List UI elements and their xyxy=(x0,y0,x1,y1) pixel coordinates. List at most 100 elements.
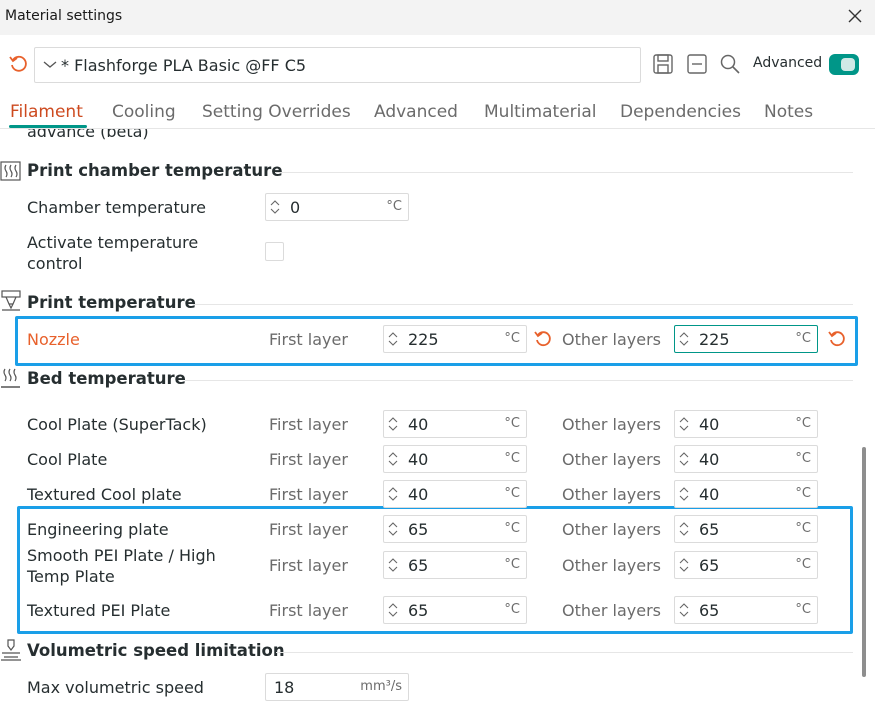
chevron-down-icon xyxy=(43,61,57,68)
spin-arrows-icon[interactable] xyxy=(388,451,398,467)
spin-arrows-icon[interactable] xyxy=(679,521,689,537)
bed-first-layer-input[interactable]: 40 °C xyxy=(383,410,527,438)
other-layers-label: Other layers xyxy=(562,450,661,469)
bed-other-layers-value: 40 xyxy=(699,485,720,504)
title-bar: Material settings xyxy=(0,0,875,35)
bed-other-layers-input[interactable]: 40 °C xyxy=(674,445,818,473)
first-layer-label: First layer xyxy=(269,330,348,349)
bed-first-layer-input[interactable]: 65 °C xyxy=(383,596,527,624)
bed-other-layers-input[interactable]: 40 °C xyxy=(674,410,818,438)
unit-label: °C xyxy=(795,331,811,346)
unit-label: °C xyxy=(795,557,811,572)
active-tab-indicator xyxy=(9,125,87,128)
bed-first-layer-input[interactable]: 65 °C xyxy=(383,551,527,579)
spin-arrows-icon[interactable] xyxy=(388,486,398,502)
bed-plate-label: Cool Plate xyxy=(27,450,108,469)
tab-cooling[interactable]: Cooling xyxy=(112,102,176,122)
preset-dropdown[interactable]: * Flashforge PLA Basic @FF C5 xyxy=(34,47,641,83)
save-icon[interactable] xyxy=(652,53,674,75)
bed-first-layer-input[interactable]: 65 °C xyxy=(383,515,527,543)
unit-label: °C xyxy=(504,557,520,572)
tab-filament[interactable]: Filament xyxy=(10,102,83,122)
reset-value-icon[interactable] xyxy=(827,329,847,349)
close-icon[interactable] xyxy=(846,7,864,25)
chamber-temperature-label: Chamber temperature xyxy=(27,198,206,217)
bed-first-layer-value: 65 xyxy=(408,556,429,575)
bed-other-layers-input[interactable]: 40 °C xyxy=(674,480,818,508)
cut-off-option-label: advance (beta) xyxy=(27,129,149,141)
bed-first-layer-input[interactable]: 40 °C xyxy=(383,445,527,473)
max-volumetric-speed-input[interactable]: 18 mm³/s xyxy=(265,673,409,701)
unit-label: °C xyxy=(504,451,520,466)
unit-label: °C xyxy=(386,199,402,214)
unit-label: °C xyxy=(504,602,520,617)
spin-arrows-icon[interactable] xyxy=(388,557,398,573)
unit-label: °C xyxy=(795,486,811,501)
reset-value-icon[interactable] xyxy=(533,329,553,349)
nozzle-other-layers-value: 225 xyxy=(699,330,730,349)
bed-plate-label: Smooth PEI Plate / High Temp Plate xyxy=(27,546,216,586)
tab-notes[interactable]: Notes xyxy=(764,102,813,122)
first-layer-label: First layer xyxy=(269,415,348,434)
section-title-volumetric-speed: Volumetric speed limitation xyxy=(27,641,285,660)
tab-setting-overrides[interactable]: Setting Overrides xyxy=(202,102,351,122)
first-layer-label: First layer xyxy=(269,601,348,620)
max-volumetric-speed-value: 18 xyxy=(274,678,295,697)
bed-other-layers-input[interactable]: 65 °C xyxy=(674,596,818,624)
bed-first-layer-input[interactable]: 40 °C xyxy=(383,480,527,508)
spin-arrows-icon[interactable] xyxy=(679,331,689,347)
toggle-knob xyxy=(841,58,855,71)
delete-preset-icon[interactable] xyxy=(686,53,708,75)
preset-toolbar: * Flashforge PLA Basic @FF C5 Advanced xyxy=(0,35,875,95)
spin-arrows-icon[interactable] xyxy=(679,557,689,573)
tab-multimaterial[interactable]: Multimaterial xyxy=(484,102,597,122)
nozzle-icon xyxy=(1,290,21,311)
unit-label: °C xyxy=(504,331,520,346)
tab-dependencies[interactable]: Dependencies xyxy=(620,102,741,122)
settings-content[interactable]: advance (beta) Print chamber temperature… xyxy=(0,129,875,705)
nozzle-first-layer-input[interactable]: 225 °C xyxy=(383,325,527,353)
activate-temperature-control-checkbox[interactable] xyxy=(265,242,284,261)
other-layers-label: Other layers xyxy=(562,330,661,349)
first-layer-label: First layer xyxy=(269,485,348,504)
section-divider xyxy=(193,304,853,305)
window-title: Material settings xyxy=(5,8,123,24)
bed-other-layers-input[interactable]: 65 °C xyxy=(674,515,818,543)
search-icon[interactable] xyxy=(719,53,741,75)
reset-preset-icon[interactable] xyxy=(8,54,28,74)
other-layers-label: Other layers xyxy=(562,485,661,504)
settings-tabs: Filament Cooling Setting Overrides Advan… xyxy=(0,95,875,129)
bed-first-layer-value: 40 xyxy=(408,485,429,504)
unit-label: mm³/s xyxy=(360,679,402,694)
unit-label: °C xyxy=(504,486,520,501)
volumetric-speed-icon xyxy=(1,639,21,661)
bed-plate-label: Engineering plate xyxy=(27,520,169,539)
section-title-print-temperature: Print temperature xyxy=(27,293,196,312)
scrollbar-thumb[interactable] xyxy=(862,447,866,677)
bed-other-layers-input[interactable]: 65 °C xyxy=(674,551,818,579)
spin-arrows-icon[interactable] xyxy=(388,416,398,432)
activate-temperature-control-label: Activate temperature control xyxy=(27,233,199,273)
section-divider xyxy=(185,380,853,381)
bed-other-layers-value: 40 xyxy=(699,415,720,434)
tab-advanced[interactable]: Advanced xyxy=(374,102,458,122)
chamber-temperature-input[interactable]: 0 °C xyxy=(265,193,409,221)
other-layers-label: Other layers xyxy=(562,415,661,434)
advanced-toggle[interactable] xyxy=(829,54,859,75)
nozzle-first-layer-value: 225 xyxy=(408,330,439,349)
other-layers-label: Other layers xyxy=(562,556,661,575)
spin-arrows-icon[interactable] xyxy=(388,602,398,618)
spin-arrows-icon[interactable] xyxy=(388,331,398,347)
unit-label: °C xyxy=(795,451,811,466)
nozzle-other-layers-input[interactable]: 225 °C xyxy=(674,325,818,353)
spin-arrows-icon[interactable] xyxy=(679,416,689,432)
first-layer-label: First layer xyxy=(269,450,348,469)
spin-arrows-icon[interactable] xyxy=(388,521,398,537)
spin-arrows-icon[interactable] xyxy=(679,602,689,618)
spin-arrows-icon[interactable] xyxy=(270,199,280,215)
spin-arrows-icon[interactable] xyxy=(679,486,689,502)
spin-arrows-icon[interactable] xyxy=(679,451,689,467)
section-title-bed-temperature: Bed temperature xyxy=(27,369,186,388)
chamber-temperature-value: 0 xyxy=(290,198,301,217)
bed-other-layers-value: 65 xyxy=(699,556,720,575)
